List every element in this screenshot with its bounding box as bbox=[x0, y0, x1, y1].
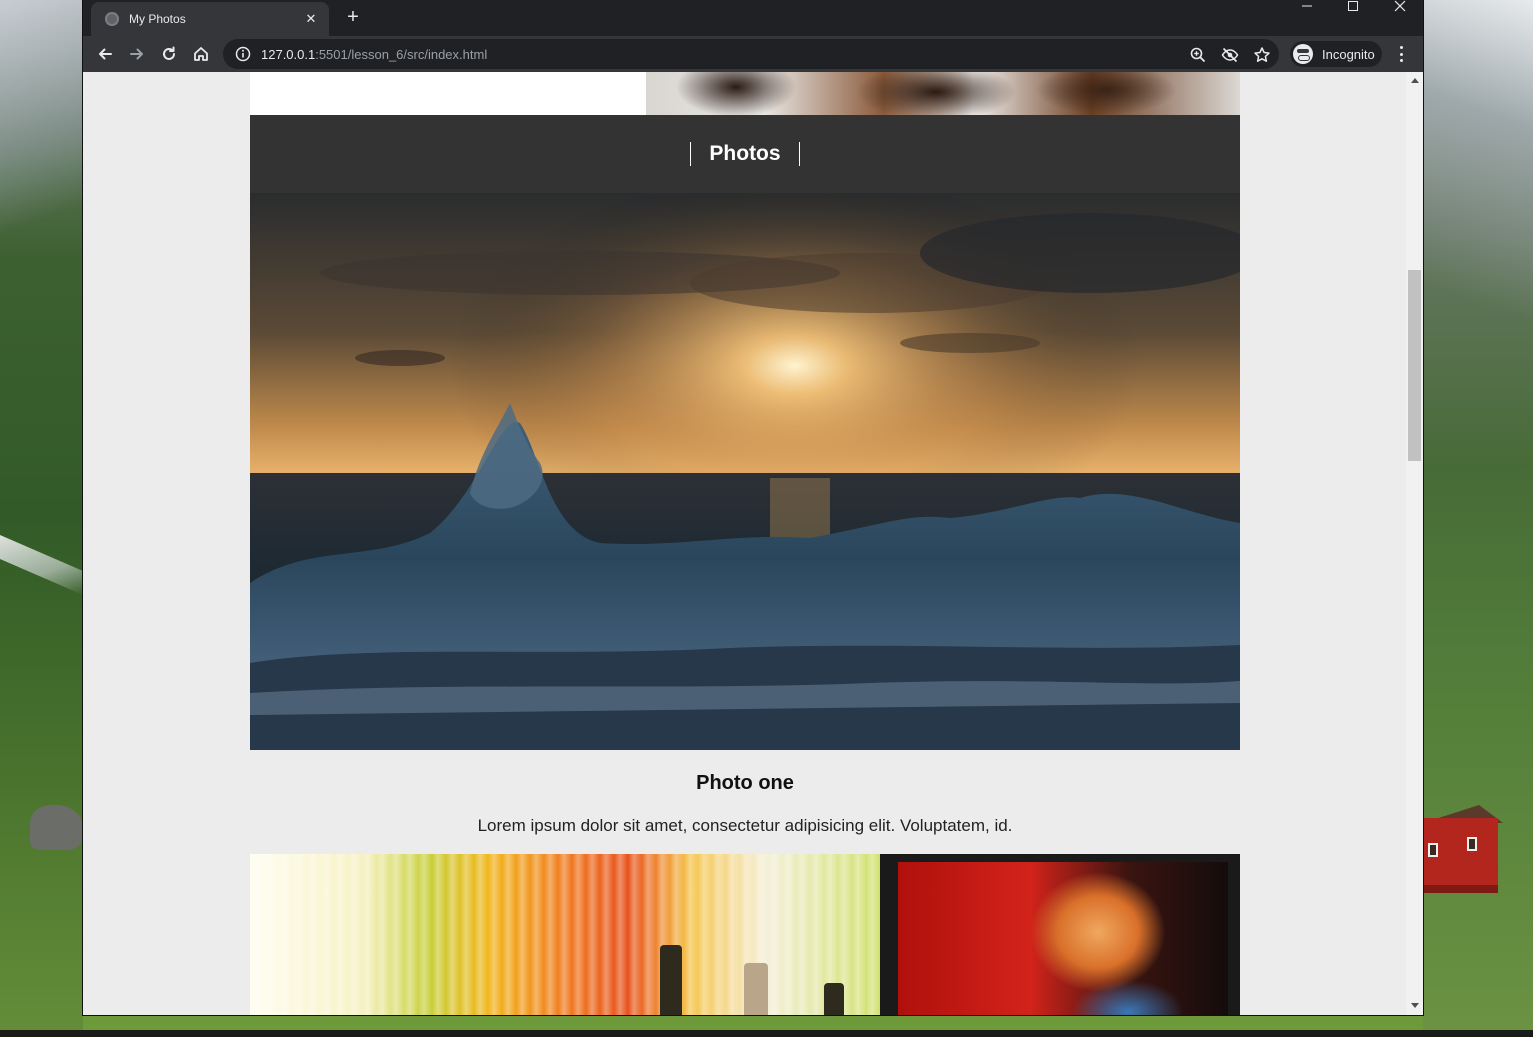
incognito-label: Incognito bbox=[1322, 46, 1375, 62]
star-icon[interactable] bbox=[1253, 46, 1271, 64]
photo-description: Lorem ipsum dolor sit amet, consectetur … bbox=[477, 816, 1013, 835]
info-icon[interactable] bbox=[235, 46, 251, 62]
arrow-left-icon[interactable] bbox=[91, 40, 119, 68]
wallpaper-house-window bbox=[1467, 837, 1477, 851]
photo-one-caption: Photo one Lorem ipsum dolor sit amet, co… bbox=[250, 750, 1240, 854]
photo-three-image bbox=[880, 854, 1240, 1015]
browser-toolbar: 127.0.0.1:5501/lesson_6/src/index.html I… bbox=[83, 36, 1423, 72]
plus-icon[interactable]: + bbox=[341, 6, 365, 30]
reload-icon[interactable] bbox=[155, 40, 183, 68]
section-header: Photos bbox=[250, 115, 1240, 193]
taskbar-edge bbox=[0, 1030, 1533, 1037]
scroll-down-icon[interactable] bbox=[1411, 1003, 1419, 1008]
scrollbar-thumb[interactable] bbox=[1408, 270, 1421, 461]
zoom-icon[interactable] bbox=[1189, 46, 1207, 64]
photo-two-image bbox=[250, 854, 880, 1015]
url-text: 127.0.0.1:5501/lesson_6/src/index.html bbox=[261, 47, 487, 62]
page-scrollbar[interactable] bbox=[1406, 72, 1423, 1015]
url-path: :5501/lesson_6/src/index.html bbox=[315, 46, 488, 62]
globe-icon bbox=[105, 12, 119, 26]
home-icon[interactable] bbox=[187, 40, 215, 68]
tab-strip: My Photos ✕ + bbox=[83, 0, 1423, 36]
page-viewport: Photos Photo one Lorem ipsum dolor sit a… bbox=[83, 72, 1423, 1015]
photo-screen bbox=[898, 862, 1228, 1015]
scroll-up-icon[interactable] bbox=[1411, 78, 1419, 83]
maximize-icon[interactable] bbox=[1330, 0, 1376, 30]
minimize-icon[interactable] bbox=[1284, 0, 1330, 30]
arrow-right-icon[interactable] bbox=[123, 40, 151, 68]
tab-title: My Photos bbox=[129, 12, 186, 26]
previous-card-blank bbox=[250, 72, 646, 115]
url-host: 127.0.0.1 bbox=[261, 46, 316, 62]
window-close-icon[interactable] bbox=[1377, 0, 1423, 30]
desktop-wallpaper-right bbox=[1423, 0, 1533, 1037]
tab-my-photos[interactable]: My Photos ✕ bbox=[91, 2, 329, 36]
browser-window: My Photos ✕ + 127.0.0.1:5501/lesson_6/sr bbox=[83, 0, 1423, 1015]
page-content: Photos Photo one Lorem ipsum dolor sit a… bbox=[250, 72, 1240, 1015]
photo-bottle bbox=[824, 983, 844, 1015]
wallpaper-snow bbox=[0, 535, 83, 595]
eye-slash-icon[interactable] bbox=[1221, 46, 1239, 64]
kebab-menu-icon[interactable] bbox=[1391, 44, 1411, 64]
close-icon[interactable]: ✕ bbox=[303, 11, 319, 27]
photo-bottle bbox=[744, 963, 768, 1015]
wallpaper-house-window bbox=[1428, 843, 1438, 857]
section-title: Photos bbox=[690, 142, 800, 166]
incognito-profile-button[interactable]: Incognito bbox=[1290, 41, 1382, 67]
address-bar[interactable]: 127.0.0.1:5501/lesson_6/src/index.html bbox=[223, 39, 1279, 69]
wallpaper-rock bbox=[30, 805, 83, 850]
desktop-wallpaper-left bbox=[0, 0, 83, 1037]
incognito-icon bbox=[1293, 44, 1313, 64]
photo-one-image bbox=[250, 193, 1240, 750]
photo-title: Photo one bbox=[696, 772, 794, 794]
previous-photo bbox=[646, 72, 1240, 115]
photo-bottle bbox=[660, 945, 682, 1015]
